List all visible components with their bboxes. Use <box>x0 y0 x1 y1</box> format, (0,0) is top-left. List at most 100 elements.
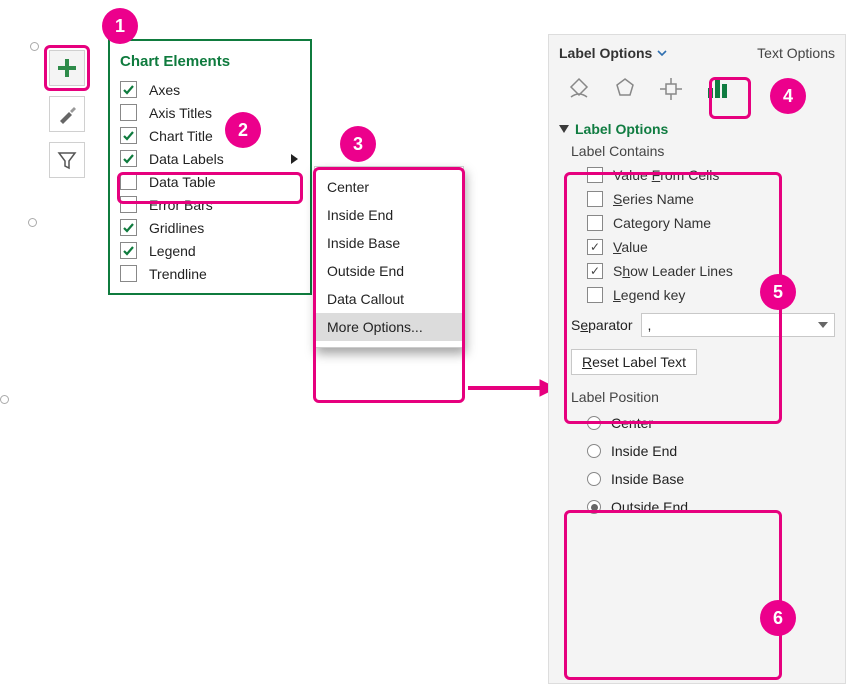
item-label: Axes <box>149 82 302 98</box>
funnel-icon <box>56 149 78 171</box>
checkbox[interactable] <box>120 219 137 236</box>
radio[interactable] <box>587 444 601 458</box>
item-label: Data Labels <box>149 151 291 167</box>
tab-label: Text Options <box>757 45 835 61</box>
data-labels-submenu: CenterInside EndInside BaseOutside EndDa… <box>314 166 464 348</box>
submenu-item-data-callout[interactable]: Data Callout <box>315 285 463 313</box>
option-label: Show Leader Lines <box>613 263 733 279</box>
chart-elements-title: Chart Elements <box>116 47 304 78</box>
label-options-icon[interactable] <box>697 71 737 107</box>
brush-icon <box>55 102 79 126</box>
tab-text-options[interactable]: Text Options <box>757 45 835 61</box>
checkbox[interactable] <box>587 191 603 207</box>
label-contains-option[interactable]: Series Name <box>559 187 835 211</box>
chart-element-trendline[interactable]: Trendline <box>116 262 304 285</box>
step-badge-3: 3 <box>340 126 376 162</box>
label-position-option[interactable]: Inside End <box>559 437 835 465</box>
item-label: Error Bars <box>149 197 302 213</box>
chart-filters-button[interactable] <box>49 142 85 178</box>
option-label: Series Name <box>613 191 694 207</box>
size-properties-icon[interactable] <box>651 71 691 107</box>
submenu-item-inside-base[interactable]: Inside Base <box>315 229 463 257</box>
radio[interactable] <box>587 500 601 514</box>
label-position-option[interactable]: Outside End <box>559 493 835 521</box>
chart-element-axis-titles[interactable]: Axis Titles <box>116 101 304 124</box>
option-label: Outside End <box>611 499 688 515</box>
option-label: Center <box>611 415 653 431</box>
chevron-down-icon <box>656 47 668 59</box>
tab-label: Label Options <box>559 45 652 61</box>
group-label-position: Label Position <box>571 389 835 405</box>
submenu-item-outside-end[interactable]: Outside End <box>315 257 463 285</box>
selection-handle <box>30 42 39 51</box>
step-badge-4: 4 <box>770 78 806 114</box>
checkbox[interactable] <box>120 265 137 282</box>
item-label: Data Table <box>149 174 302 190</box>
step-badge-1: 1 <box>102 8 138 44</box>
checkbox[interactable] <box>587 263 603 279</box>
chart-elements-popup: Chart Elements Axes Axis Titles Chart Titl… <box>108 39 312 295</box>
checkbox[interactable] <box>120 127 137 144</box>
chart-styles-button[interactable] <box>49 96 85 132</box>
step-badge-5: 5 <box>760 274 796 310</box>
checkbox[interactable] <box>587 167 603 183</box>
checkbox[interactable] <box>587 215 603 231</box>
separator-label: Separator <box>571 317 633 333</box>
chevron-down-icon <box>818 322 828 328</box>
submenu-item-inside-end[interactable]: Inside End <box>315 201 463 229</box>
item-label: Trendline <box>149 266 302 282</box>
label-position-option[interactable]: Center <box>559 409 835 437</box>
option-label: Category Name <box>613 215 711 231</box>
label-contains-option[interactable]: Value From Cells <box>559 163 835 187</box>
separator-value: , <box>648 317 652 333</box>
checkbox[interactable] <box>120 242 137 259</box>
label-contains-option[interactable]: Show Leader Lines <box>559 259 835 283</box>
checkbox[interactable] <box>120 81 137 98</box>
separator-dropdown[interactable]: , <box>641 313 836 337</box>
chart-element-chart-title[interactable]: Chart Title <box>116 124 304 147</box>
plus-icon <box>56 57 78 79</box>
section-label-options[interactable]: Label Options <box>559 121 835 137</box>
fill-line-icon[interactable] <box>559 71 599 107</box>
chart-element-axes[interactable]: Axes <box>116 78 304 101</box>
item-label: Legend <box>149 243 302 259</box>
step-badge-2: 2 <box>225 112 261 148</box>
submenu-item-more-options[interactable]: More Options... <box>315 313 463 341</box>
step-badge-6: 6 <box>760 600 796 636</box>
radio[interactable] <box>587 416 601 430</box>
effects-icon[interactable] <box>605 71 645 107</box>
item-label: Axis Titles <box>149 105 302 121</box>
label-position-option[interactable]: Inside Base <box>559 465 835 493</box>
option-label: Value From Cells <box>613 167 719 183</box>
chart-element-legend[interactable]: Legend <box>116 239 304 262</box>
checkbox[interactable] <box>587 287 603 303</box>
checkbox[interactable] <box>120 196 137 213</box>
chart-element-data-table[interactable]: Data Table <box>116 170 304 193</box>
submenu-item-center[interactable]: Center <box>315 173 463 201</box>
collapse-triangle-icon <box>559 125 569 133</box>
option-label: Inside Base <box>611 471 684 487</box>
checkbox[interactable] <box>587 239 603 255</box>
checkbox[interactable] <box>120 150 137 167</box>
chart-element-gridlines[interactable]: Gridlines <box>116 216 304 239</box>
submenu-arrow-icon <box>291 154 298 164</box>
chart-elements-button[interactable] <box>49 50 85 86</box>
option-label: Inside End <box>611 443 677 459</box>
option-label: Legend key <box>613 287 685 303</box>
chart-element-data-labels[interactable]: Data Labels <box>116 147 304 170</box>
chart-element-error-bars[interactable]: Error Bars <box>116 193 304 216</box>
checkbox[interactable] <box>120 104 137 121</box>
format-data-labels-pane: Label Options Text Options Label Options… <box>548 34 846 684</box>
label-contains-option[interactable]: Value <box>559 235 835 259</box>
callout-arrow <box>468 378 558 398</box>
option-label: Value <box>613 239 648 255</box>
tab-label-options[interactable]: Label Options <box>559 45 668 61</box>
checkbox[interactable] <box>120 173 137 190</box>
radio[interactable] <box>587 472 601 486</box>
reset-label-text-button[interactable]: Reset Label Text <box>571 349 697 375</box>
selection-handle <box>28 218 37 227</box>
group-label-contains: Label Contains <box>571 143 835 159</box>
label-contains-option[interactable]: Category Name <box>559 211 835 235</box>
selection-handle <box>0 395 9 404</box>
item-label: Gridlines <box>149 220 302 236</box>
